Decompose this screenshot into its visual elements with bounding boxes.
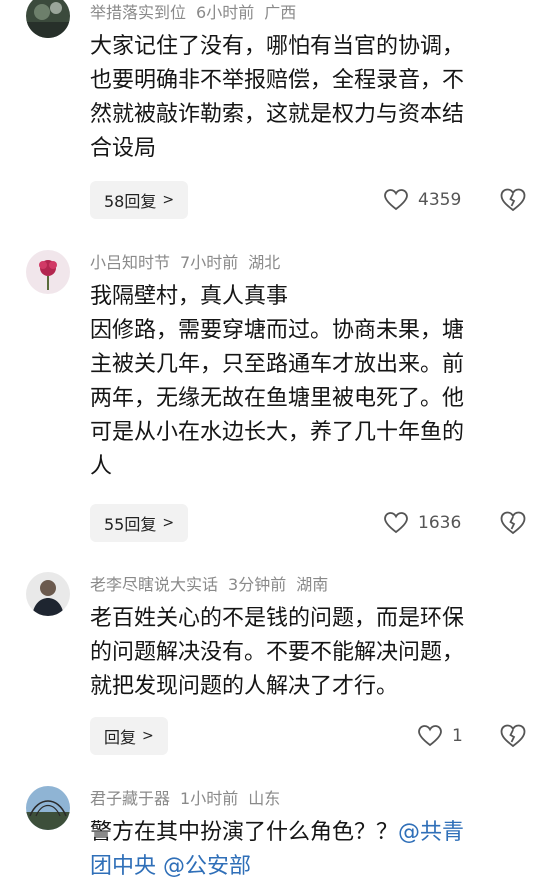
like-button[interactable]: 4359 xyxy=(384,181,461,219)
comment-line: 也要明确非不举报赔偿，全程录音，不 xyxy=(90,68,465,93)
comment-line: 警方在其中扮演了什么角色？？@共青 xyxy=(90,816,530,850)
comment-line: 就把发现问题的人解决了才行。 xyxy=(90,674,399,699)
like-button[interactable]: 1636 xyxy=(384,504,461,542)
avatar[interactable] xyxy=(26,0,70,38)
comment-text: 大家记住了没有，哪怕有当官的协调， 也要明确非不举报赔偿，全程录音，不 然就被敲… xyxy=(90,30,530,166)
comment-text: 警方在其中扮演了什么角色？？@共青 团中央 @公安部 xyxy=(90,816,530,884)
mention-link[interactable]: @公安部 xyxy=(163,854,251,879)
comment-line: 两年，无缘无故在鱼塘里被电死了。他 xyxy=(90,386,465,411)
username[interactable]: 小吕知时节 xyxy=(90,253,170,272)
avatar[interactable] xyxy=(26,572,70,616)
like-count: 1 xyxy=(452,726,463,746)
comment-line: 大家记住了没有，哪怕有当官的协调， xyxy=(90,34,465,59)
like-count: 4359 xyxy=(418,190,462,210)
comment-line: 的问题解决没有。不要不能解决问题， xyxy=(90,640,465,665)
mention-link[interactable]: 团中央 xyxy=(90,854,156,879)
chevron-right-icon: > xyxy=(162,192,175,208)
location: 湖北 xyxy=(248,253,281,272)
reply-count: 55回复 xyxy=(104,515,157,534)
like-count: 1636 xyxy=(418,513,462,533)
reply-button[interactable]: 55回复 > xyxy=(90,504,189,542)
comment-line: 人 xyxy=(90,454,113,479)
timestamp: 6小时前 xyxy=(196,3,255,22)
avatar[interactable] xyxy=(26,250,70,294)
comment-line: 合设局 xyxy=(90,136,157,161)
comment-line: 我隔壁村，真人真事 xyxy=(90,284,289,309)
dislike-button[interactable] xyxy=(500,181,526,219)
heart-outline-icon xyxy=(384,189,408,211)
avatar[interactable] xyxy=(26,786,70,830)
username[interactable]: 老李尽瞎说大实话 xyxy=(90,575,218,594)
reply-count: 回复 xyxy=(104,728,137,747)
location: 广西 xyxy=(264,3,297,22)
timestamp: 3分钟前 xyxy=(228,575,287,594)
timestamp: 7小时前 xyxy=(180,253,239,272)
comment-line: 因修路，需要穿塘而过。协商未果，塘 xyxy=(90,318,465,343)
comment-meta: 小吕知时节 7小时前 湖北 xyxy=(90,252,290,274)
broken-heart-icon xyxy=(500,511,526,535)
comment-meta: 老李尽瞎说大实话 3分钟前 湖南 xyxy=(90,574,338,596)
comment-meta: 君子藏于器 1小时前 山东 xyxy=(90,788,290,810)
comment-line-text: 警方在其中扮演了什么角色？？ xyxy=(90,820,399,845)
comment-line: 团中央 @公安部 xyxy=(90,850,530,884)
comment-line: 主被关几年，只至路通车才放出来。前 xyxy=(90,352,465,377)
comment-text: 老百姓关心的不是钱的问题，而是环保 的问题解决没有。不要不能解决问题， 就把发现… xyxy=(90,602,530,704)
broken-heart-icon xyxy=(500,188,526,212)
like-button[interactable]: 1 xyxy=(418,717,463,755)
dislike-button[interactable] xyxy=(500,504,526,542)
location: 湖南 xyxy=(296,575,329,594)
comment-line: 然就被敲诈勒索，这就是权力与资本结 xyxy=(90,102,465,127)
dislike-button[interactable] xyxy=(500,717,526,755)
chevron-right-icon: > xyxy=(142,728,154,744)
broken-heart-icon xyxy=(500,724,526,748)
comment-line: 可是从小在水边长大，养了几十年鱼的 xyxy=(90,420,465,445)
comment-text: 我隔壁村，真人真事 因修路，需要穿塘而过。协商未果，塘 主被关几年，只至路通车才… xyxy=(90,280,530,484)
reply-button[interactable]: 回复 > xyxy=(90,717,168,755)
heart-outline-icon xyxy=(418,725,442,747)
comment-line: 老百姓关心的不是钱的问题，而是环保 xyxy=(90,606,465,631)
mention-link[interactable]: @共青 xyxy=(398,820,464,845)
comment-meta: 举措落实到位 6小时前 广西 xyxy=(90,2,306,24)
reply-count: 58回复 xyxy=(104,192,157,211)
heart-outline-icon xyxy=(384,512,408,534)
chevron-right-icon: > xyxy=(162,515,175,531)
timestamp: 1小时前 xyxy=(180,789,239,808)
username[interactable]: 举措落实到位 xyxy=(90,3,186,22)
username[interactable]: 君子藏于器 xyxy=(90,789,170,808)
location: 山东 xyxy=(248,789,281,808)
reply-button[interactable]: 58回复 > xyxy=(90,181,189,219)
